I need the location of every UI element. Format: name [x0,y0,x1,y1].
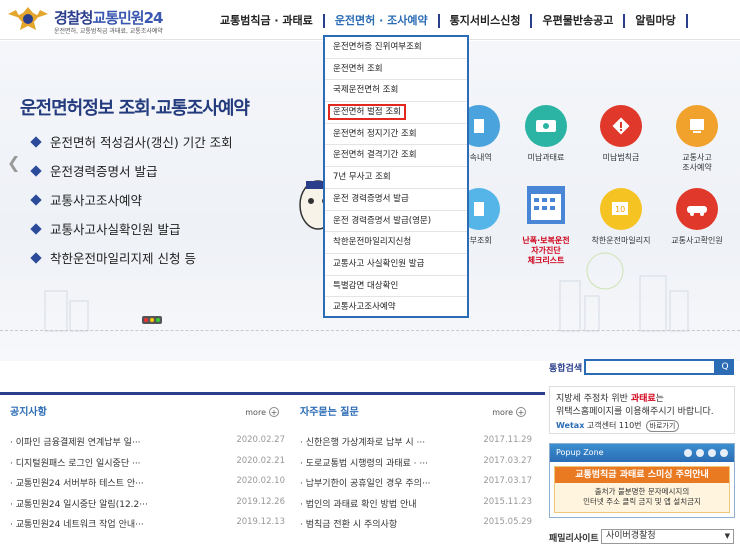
hero-item[interactable]: 교통사고사실확인원 발급 [30,214,233,243]
hero-list: 운전면허 적성검사(갱신) 기간 조회 운전경력증명서 발급 교통사고조사예약 … [30,127,233,272]
family-site-label: 패밀리사이트 [549,534,599,544]
family-site-select[interactable]: 사이버경찰청 [601,529,734,544]
menu-item-disqualification-period[interactable]: 운전면허 결격기간 조회 [325,145,467,168]
faq-row[interactable]: 납부기한이 공휴일인 경우 주의···2017.03.17 [300,476,532,497]
popup-banner[interactable]: 교통범칙금 과태료 스미싱 주의안내 출처가 불분명한 문자메시지의 인터넷 주소… [554,466,730,513]
search-input[interactable] [584,359,716,375]
family-site: 패밀리사이트 사이버경찰청 [549,528,739,546]
license-dropdown-menu: 운전면허증 진위여부조회 운전면허 조회 국제운전면허 조회 운전면허 벌점 조… [323,35,469,318]
diamond-icon [30,135,42,148]
svg-text:10: 10 [615,205,625,214]
monitor-icon [676,105,718,147]
nav-mail-return[interactable]: 우편물반송공고 [532,14,626,28]
menu-item-accident-free[interactable]: 7년 무사고 조회 [325,167,467,189]
nav-license-reservation[interactable]: 운전면허 · 조사예약 [325,14,440,28]
menu-item-international-license[interactable]: 국제운전면허 조회 [325,80,467,103]
hero-item[interactable]: 착한운전마일리지제 신청 등 [30,243,233,272]
main-nav: 교통범칙금 · 과태료 운전면허 · 조사예약 통지서비스신청 우편물반송공고 … [210,14,688,30]
road-line [0,330,740,344]
faq-row[interactable]: 범칙금 전환 시 주의사항2015.05.29 [300,517,532,538]
pager-dot[interactable] [720,449,728,457]
nav-fines[interactable]: 교통범칙금 · 과태료 [210,14,325,28]
service-accident-certificate[interactable]: 교통사고확인원 [664,188,730,246]
police-emblem-icon [8,7,48,30]
notice-row[interactable]: 교통민원24 네트워크 작업 안내···2019.12.13 [10,517,285,538]
menu-item-special-reduction[interactable]: 특별감면 대상확인 [325,276,467,298]
menu-item-license-verify[interactable]: 운전면허증 진위여부조회 [325,37,467,59]
faq-more-button[interactable]: more + [492,407,526,417]
notice-row[interactable]: 교통민원24 서버부하 테스트 안···2020.02.10 [10,476,285,497]
plus-icon: + [516,407,526,417]
menu-item-mileage-apply[interactable]: 착한운전마일리지신청 [325,232,467,254]
nav-notice-board[interactable]: 알림마당 [625,14,688,28]
nav-notification-service[interactable]: 통지서비스신청 [440,14,533,28]
notice-board: 공지사항 more+ 이파인 금융결제원 연계납부 일···2020.02.27… [10,395,285,538]
header: 경찰청교통민원24 운전면허, 교통범칙금 과태료, 교통조사예약 교통범칙금 … [0,0,740,40]
service-unpaid-penalty[interactable]: 미납범칙금 [588,105,654,163]
menu-item-accident-reservation[interactable]: 교통사고조사예약 [325,297,467,319]
popup-pager [684,449,728,457]
service-safe-driving-mileage[interactable]: 10 착한운전마일리지 [588,188,654,246]
notice-row[interactable]: 디지털원패스 로그인 일시중단 ···2020.02.21 [10,456,285,477]
menu-item-license-inquiry[interactable]: 운전면허 조회 [325,59,467,81]
notice-row[interactable]: 교통민원24 일시중단 알림(12.2···2019.12.26 [10,497,285,518]
hero-item[interactable]: 운전경력증명서 발급 [30,156,233,185]
menu-item-suspension-period[interactable]: 운전면허 정지기간 조회 [325,124,467,146]
plus-icon: + [269,407,279,417]
search-label: 통합검색 [549,364,583,374]
diamond-icon [30,164,42,177]
logo-text: 경찰청교통민원24 [54,9,163,27]
car-crash-icon [676,188,718,230]
faq-row[interactable]: 신한은행 가상계좌로 납부 시 ···2017.11.29 [300,435,532,456]
site-logo[interactable]: 경찰청교통민원24 운전면허, 교통범칙금 과태료, 교통조사예약 [6,4,176,35]
shortcut-button[interactable]: 바로가기 [645,420,680,432]
hero-item[interactable]: 운전면허 적성검사(갱신) 기간 조회 [30,127,233,156]
faq-row[interactable]: 법인의 과태료 확인 방법 안내2015.11.23 [300,497,532,518]
service-reckless-driving-check[interactable]: 난폭·보복운전 자가진단 체크리스트 [513,182,579,266]
notice-more-button[interactable]: more + [245,407,279,417]
menu-item-accident-confirmation[interactable]: 교통사고 사실확인원 발급 [325,254,467,276]
pager-dot[interactable] [696,449,704,457]
diamond-icon [30,251,42,264]
popup-zone-title: Popup Zone [556,448,604,457]
calendar-icon [523,182,569,230]
warning-icon [600,105,642,147]
mileage-card-icon: 10 [600,188,642,230]
integrated-search: 통합검색 Q [549,357,739,377]
menu-item-career-certificate-en[interactable]: 운전 경력증명서 발급(영문) [325,211,467,233]
diamond-icon [30,222,42,235]
page: 운전면허정보 조회·교통조사예약 ❮ 운전면허 적성검사(갱신) 기간 조회 운… [0,0,740,546]
service-unpaid-fine[interactable]: 미납과태료 [513,105,579,163]
diamond-icon [30,193,42,206]
popup-zone: Popup Zone 교통범칙금 과태료 스미싱 주의안내 출처가 불분명한 문… [549,443,735,518]
notice-title: 공지사항 [10,407,47,418]
pager-dot[interactable] [708,449,716,457]
money-icon [525,105,567,147]
menu-item-penalty-points[interactable]: 운전면허 벌점 조회 [325,102,467,124]
faq-row[interactable]: 도로교통법 시행령의 과태료 · ···2017.03.27 [300,456,532,477]
menu-item-career-certificate[interactable]: 운전 경력증명서 발급 [325,189,467,211]
faq-board: 자주묻는 질문 more+ 신한은행 가상계좌로 납부 시 ···2017.11… [300,395,532,538]
search-icon[interactable]: Q [716,359,734,375]
pager-dot[interactable] [684,449,692,457]
service-accident-reservation[interactable]: 교통사고 조사예약 [664,105,730,173]
wetax-banner[interactable]: 지방세 주정차 위반 과태료는 위택스홈페이지를 이용해주시기 바랍니다. We… [549,386,735,434]
prev-slide-icon[interactable]: ❮ [7,153,20,172]
notice-row[interactable]: 이파인 금융결제원 연계납부 일···2020.02.27 [10,435,285,456]
hero-item[interactable]: 교통사고조사예약 [30,185,233,214]
logo-subtitle: 운전면허, 교통범칙금 과태료, 교통조사예약 [54,28,163,35]
hero-title: 운전면허정보 조회·교통조사예약 [20,98,250,119]
